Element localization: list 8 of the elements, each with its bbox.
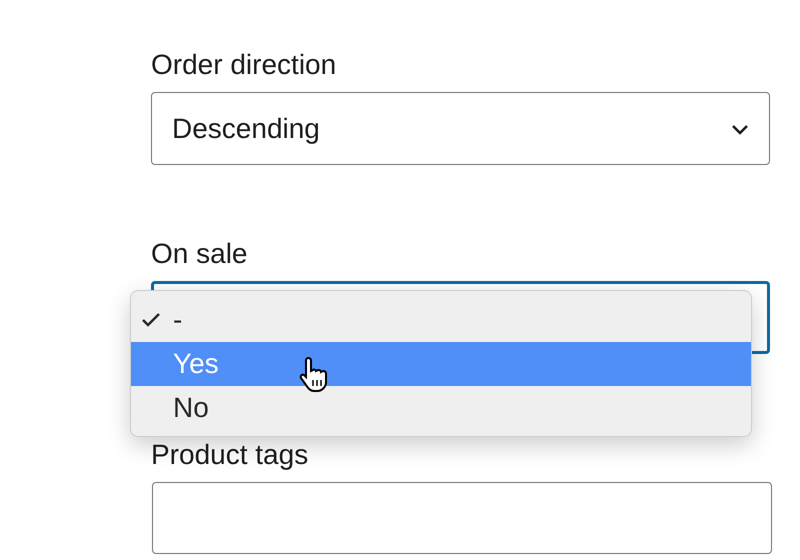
field-label: Order direction [151, 48, 336, 82]
menu-option[interactable]: No [131, 386, 751, 430]
menu-option[interactable]: - [131, 298, 751, 342]
field-label: On sale [151, 237, 248, 271]
chevron-down-icon [731, 122, 749, 134]
field-label: Product tags [151, 438, 308, 472]
input-field[interactable] [152, 482, 772, 554]
select-field[interactable]: Descending [151, 92, 770, 165]
